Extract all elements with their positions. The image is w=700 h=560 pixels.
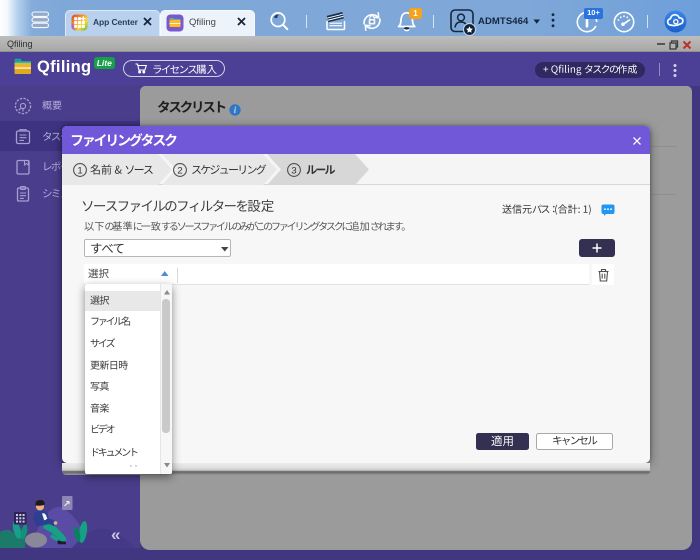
svg-text:1: 1 xyxy=(77,165,82,176)
svg-text:3: 3 xyxy=(291,165,296,176)
svg-text:2: 2 xyxy=(177,165,182,176)
